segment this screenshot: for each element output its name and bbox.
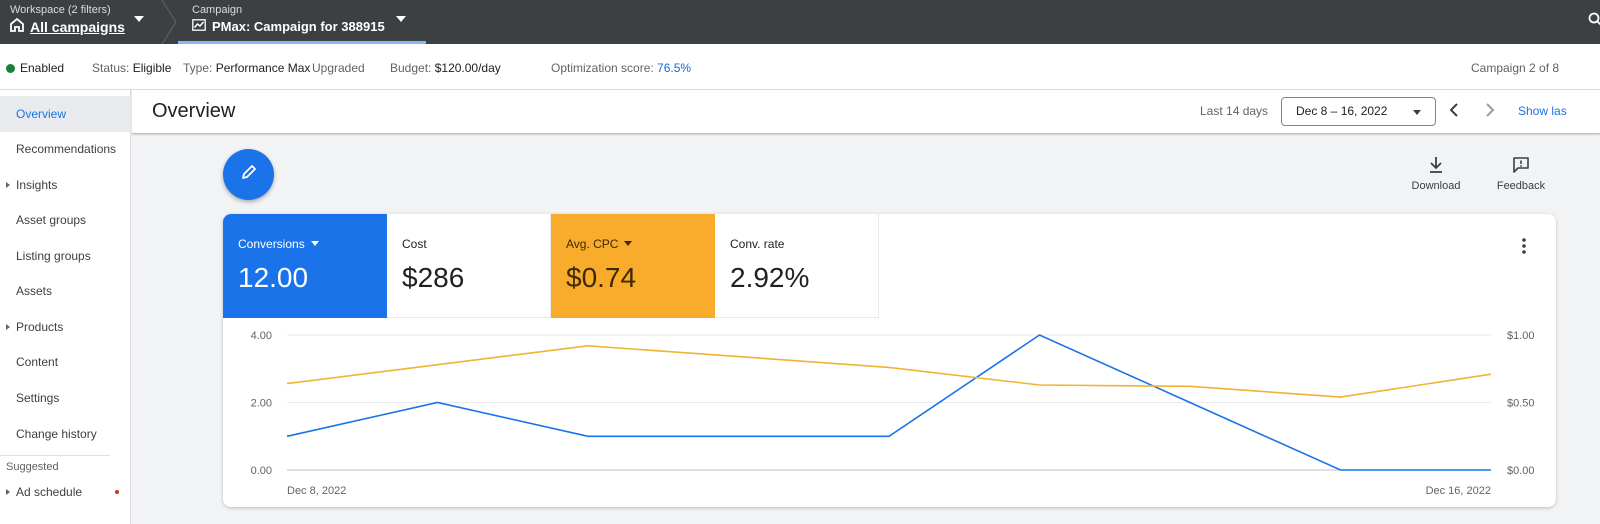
metric-dropdown-icon[interactable]: [624, 241, 633, 246]
date-preset-label: Last 14 days: [1200, 104, 1269, 118]
nav-divider: [0, 455, 110, 456]
campaign-selector[interactable]: Campaign PMax: Campaign for 388915: [178, 0, 426, 44]
campaign-dropdown-icon[interactable]: [396, 16, 406, 22]
workspace-name: All campaigns: [30, 18, 125, 35]
metric-label: Avg. CPC: [566, 237, 619, 251]
nav-item-change-history[interactable]: Change history: [0, 416, 131, 452]
x-axis-end-label: Dec 16, 2022: [1426, 485, 1491, 497]
metric-avg-cpc[interactable]: Avg. CPC $0.74: [551, 214, 715, 318]
workspace-selector[interactable]: Workspace (2 filters) All campaigns: [10, 4, 125, 35]
right-tick-label: $1.00: [1507, 330, 1535, 342]
pencil-icon: [240, 163, 258, 186]
nav-item-content[interactable]: Content: [0, 344, 131, 380]
nav-item-insights[interactable]: Insights: [0, 167, 131, 203]
campaign-label: Campaign: [192, 4, 243, 16]
right-tick-label: $0.50: [1507, 398, 1535, 410]
more-vert-icon[interactable]: [1520, 236, 1528, 261]
overview-header: Overview Last 14 days Dec 8 – 16, 2022 S…: [132, 90, 1600, 134]
metric-value: $0.74: [566, 262, 637, 293]
left-tick-label: 0.00: [251, 465, 272, 477]
top-bar: Workspace (2 filters) All campaigns Camp…: [0, 0, 1600, 44]
date-range-picker[interactable]: Dec 8 – 16, 2022: [1281, 97, 1436, 126]
metric-conv-rate[interactable]: Conv. rate 2.92%: [715, 214, 879, 318]
nav-item-ad-schedule[interactable]: Ad schedule: [0, 474, 131, 510]
date-dropdown-icon: [1413, 110, 1421, 115]
metric-value: 12.00: [238, 262, 309, 293]
campaign-name: PMax: Campaign for 388915: [212, 19, 385, 34]
expand-caret-icon: [6, 324, 10, 330]
left-nav: Overview Recommendations Insights Asset …: [0, 90, 131, 524]
trend-icon: [192, 19, 206, 34]
nav-item-recommendations[interactable]: Recommendations: [0, 131, 131, 167]
series-line-avg-cpc: [286, 344, 1492, 398]
performance-chart: 4.00 2.00 0.00 $1.00 $0.50 $0.00 Dec 8, 2022…: [251, 330, 1535, 497]
metric-label: Conversions: [238, 237, 305, 251]
workspace-dropdown-icon[interactable]: [134, 16, 144, 22]
home-icon: [10, 17, 24, 35]
campaign-count: Campaign 2 of 8: [1471, 61, 1560, 75]
metric-conversions[interactable]: Conversions 12.00: [223, 214, 387, 318]
previous-period-icon[interactable]: [1448, 102, 1460, 123]
download-label: Download: [1411, 180, 1461, 192]
metric-value: 2.92%: [730, 262, 810, 293]
nav-item-listing-groups[interactable]: Listing groups: [0, 238, 131, 274]
next-period-icon[interactable]: [1484, 102, 1496, 123]
left-axis-ticks: 4.00 2.00 0.00: [251, 330, 272, 477]
optimization-score[interactable]: Optimization score: 76.5%: [551, 61, 691, 75]
upgraded-label: Upgraded: [312, 61, 365, 75]
feedback-button[interactable]: Feedback: [1491, 156, 1551, 192]
download-button[interactable]: Download: [1406, 156, 1466, 192]
left-tick-label: 2.00: [251, 398, 272, 410]
feedback-label: Feedback: [1496, 180, 1546, 192]
left-tick-label: 4.00: [251, 330, 272, 342]
download-icon: [1406, 156, 1466, 174]
right-axis-ticks: $1.00 $0.50 $0.00: [1507, 330, 1535, 477]
metric-dropdown-icon[interactable]: [310, 241, 319, 246]
campaign-status-bar: Enabled Status: Eligible Type: Performan…: [0, 44, 1600, 90]
budget-info[interactable]: Budget: $120.00/day: [390, 61, 501, 75]
feedback-icon: [1491, 156, 1551, 174]
edit-fab-button[interactable]: [223, 149, 274, 200]
metric-value: $286: [402, 262, 465, 293]
right-tick-label: $0.00: [1507, 465, 1535, 477]
enabled-dot-icon: [6, 64, 15, 73]
expand-caret-icon: [6, 182, 10, 188]
enabled-status[interactable]: Enabled: [6, 61, 64, 75]
notification-dot-icon: [115, 490, 119, 494]
date-range-value: Dec 8 – 16, 2022: [1296, 104, 1388, 118]
metric-label: Cost: [402, 237, 427, 251]
eligibility-status: Status: Eligible: [92, 61, 172, 75]
suggested-heading: Suggested: [6, 461, 59, 473]
metric-cost[interactable]: Cost $286: [387, 214, 551, 318]
nav-item-assets[interactable]: Assets: [0, 273, 131, 309]
nav-item-products[interactable]: Products: [0, 309, 131, 345]
breadcrumb-chevron-icon: [161, 0, 177, 44]
search-icon[interactable]: [1588, 12, 1600, 31]
nav-item-asset-groups[interactable]: Asset groups: [0, 202, 131, 238]
page-title: Overview: [152, 100, 236, 122]
chart-grid: [287, 334, 1491, 471]
performance-card: Conversions 12.00 Cost $286 Avg. CPC $0.…: [223, 214, 1556, 507]
nav-item-settings[interactable]: Settings: [0, 380, 131, 416]
campaign-type: Type: Performance Max: [183, 61, 311, 75]
nav-item-overview[interactable]: Overview: [0, 96, 131, 132]
expand-caret-icon: [6, 489, 10, 495]
metric-label: Conv. rate: [730, 237, 785, 251]
x-axis-start-label: Dec 8, 2022: [287, 485, 346, 497]
workspace-filters-label: Workspace (2 filters): [10, 4, 111, 16]
show-last-link[interactable]: Show las: [1518, 104, 1567, 118]
